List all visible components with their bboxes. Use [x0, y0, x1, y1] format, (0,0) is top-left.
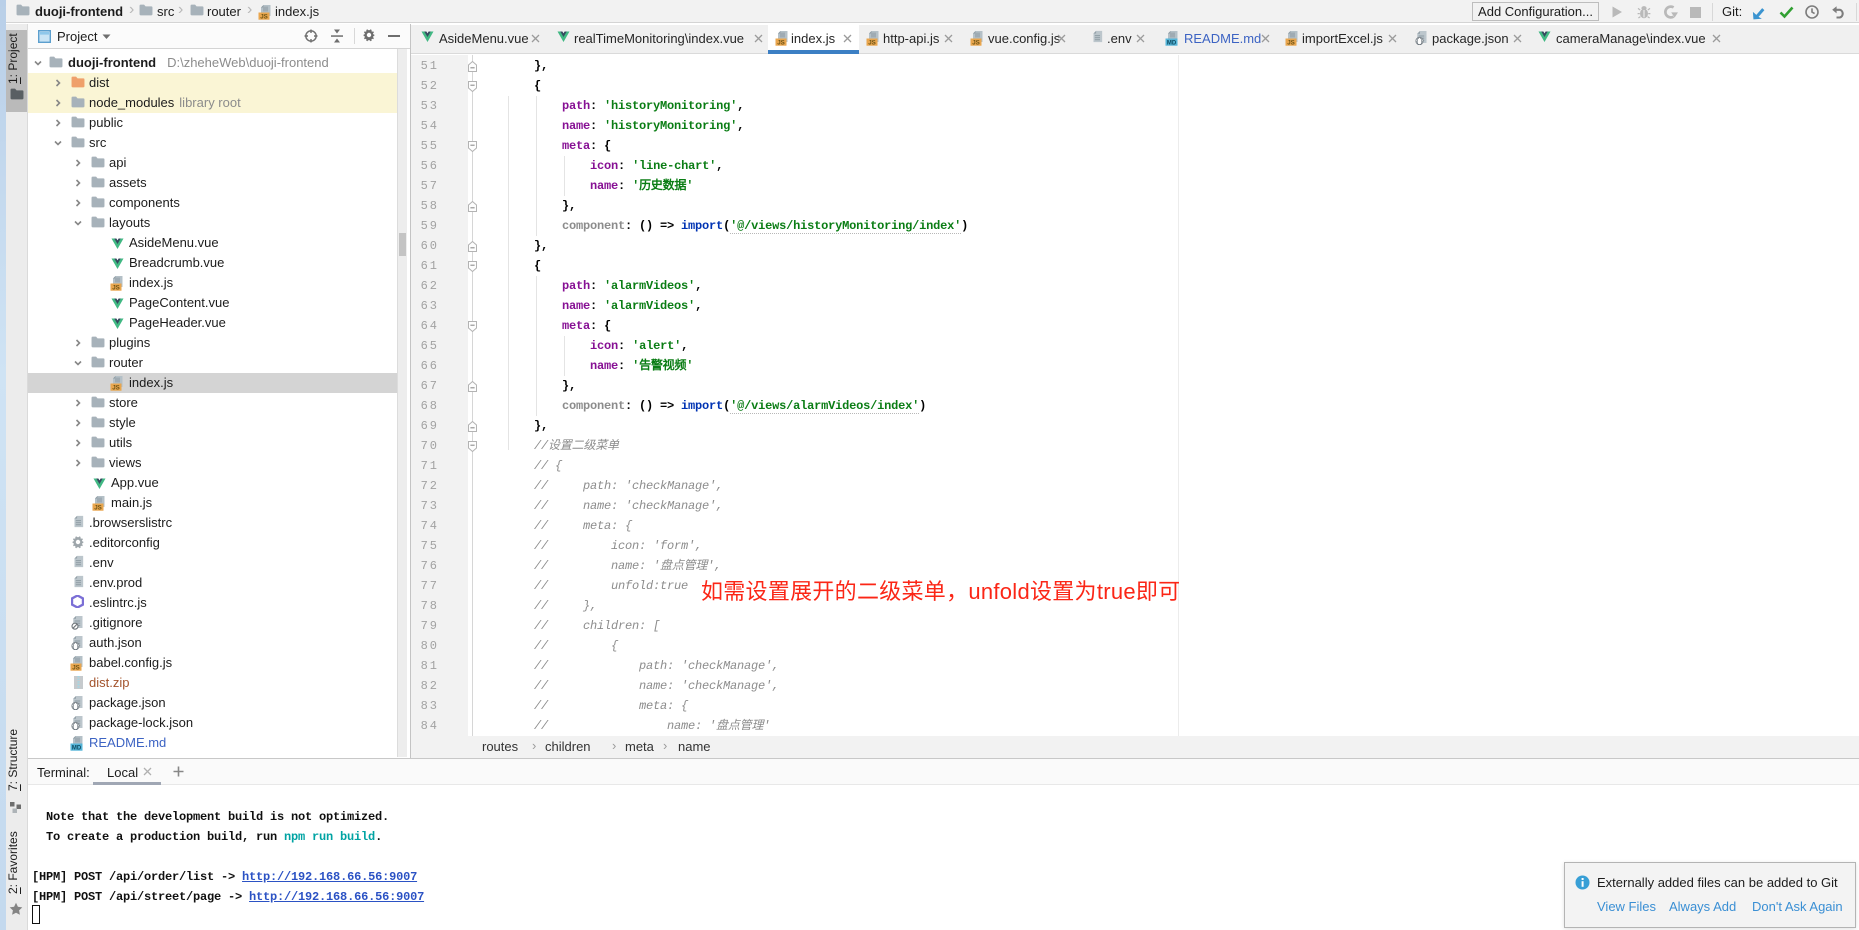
svg-text:JS: JS [868, 40, 876, 46]
svg-text:JS: JS [260, 14, 268, 20]
svg-text:JS: JS [72, 665, 80, 671]
svg-text:JS: JS [112, 385, 120, 391]
svg-text:JS: JS [972, 40, 980, 46]
svg-text:MD: MD [72, 746, 82, 751]
svg-text:{}: {} [1416, 38, 1423, 45]
svg-text:JS: JS [777, 40, 785, 46]
svg-text:JS: JS [94, 505, 102, 511]
svg-text:JS: JS [112, 285, 120, 291]
svg-text:{}: {} [72, 643, 79, 650]
svg-text:{}: {} [72, 723, 79, 730]
svg-text:{}: {} [72, 703, 79, 710]
svg-text:MD: MD [1167, 41, 1177, 46]
svg-text:JS: JS [1287, 40, 1295, 46]
